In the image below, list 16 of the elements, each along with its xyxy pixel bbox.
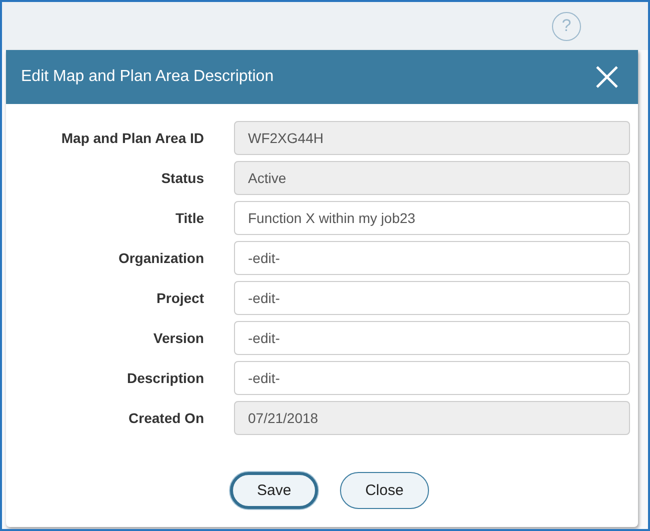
field-label: Organization xyxy=(117,250,204,266)
field-label: Title xyxy=(174,210,204,226)
input-field[interactable]: -edit- xyxy=(234,241,630,275)
input-field[interactable]: -edit- xyxy=(234,321,630,355)
field-label: Status xyxy=(160,170,204,186)
field-label: Created On xyxy=(128,410,204,426)
field-label: Version xyxy=(152,330,204,346)
field-label: Map and Plan Area ID xyxy=(60,130,204,146)
field-label: Description xyxy=(126,370,204,386)
dialog-title: Edit Map and Plan Area Description xyxy=(21,68,274,86)
input-field[interactable]: -edit- xyxy=(234,281,630,315)
input-field[interactable]: Function X within my job23 xyxy=(234,201,630,235)
close-button[interactable]: Close xyxy=(340,472,429,509)
save-button[interactable]: Save xyxy=(230,472,318,509)
input-field[interactable]: -edit- xyxy=(234,361,630,395)
field-label: Project xyxy=(156,290,204,306)
